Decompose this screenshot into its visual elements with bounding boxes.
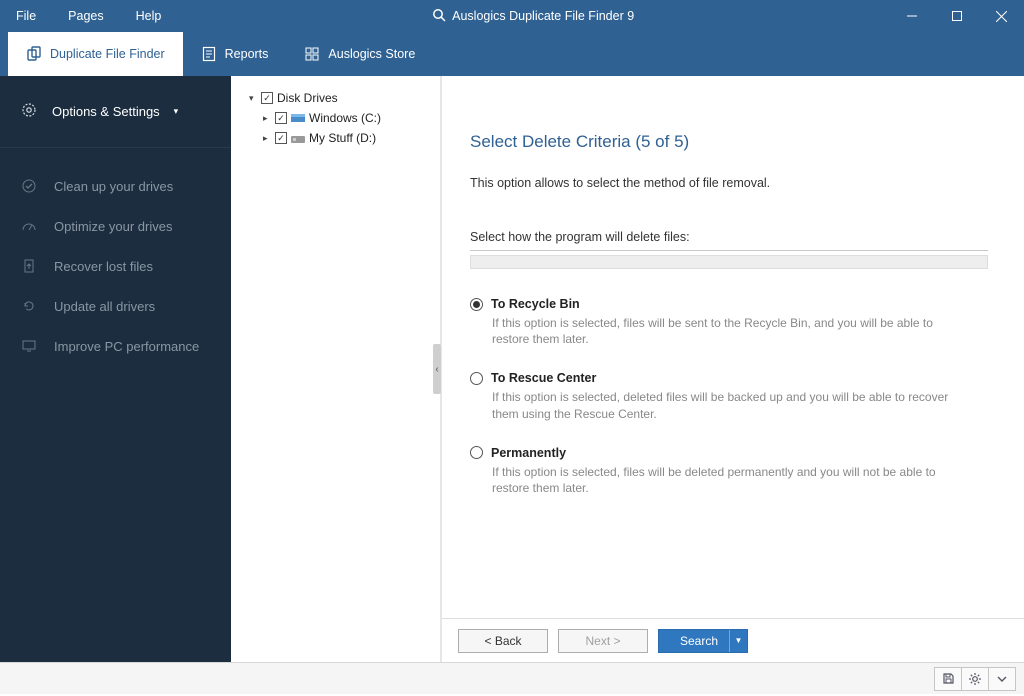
titlebar: File Pages Help Auslogics Duplicate File… [0, 0, 1024, 32]
splitter-handle[interactable] [433, 344, 441, 394]
monitor-icon [20, 337, 38, 355]
maximize-button[interactable] [934, 0, 979, 32]
sidebar: Options & Settings ▾ Clean up your drive… [0, 76, 231, 662]
dropdown-icon-button[interactable] [988, 667, 1016, 691]
search-button[interactable]: Search ▼ [658, 629, 748, 653]
content-pane: Select Delete Criteria (5 of 5) This opt… [441, 76, 1024, 662]
menu-file[interactable]: File [0, 0, 52, 32]
checkbox[interactable]: ✓ [275, 132, 287, 144]
tab-label: Reports [225, 47, 269, 61]
main-area: Options & Settings ▾ Clean up your drive… [0, 76, 1024, 662]
sidebar-item-label: Improve PC performance [54, 339, 199, 354]
sidebar-item-label: Update all drivers [54, 299, 155, 314]
delete-method-radio-group: To Recycle Bin If this option is selecte… [470, 297, 988, 496]
speedometer-icon [20, 217, 38, 235]
tree-drive-c[interactable]: ▸ ✓ Windows (C:) [235, 108, 436, 128]
tab-duplicate-file-finder[interactable]: Duplicate File Finder [8, 32, 183, 76]
settings-icon-button[interactable] [961, 667, 989, 691]
app-title: Auslogics Duplicate File Finder 9 [177, 8, 889, 25]
content-body: Select Delete Criteria (5 of 5) This opt… [442, 76, 1024, 618]
page-heading: Select Delete Criteria (5 of 5) [470, 132, 988, 152]
recover-icon [20, 257, 38, 275]
wizard-button-row: < Back Next > Search ▼ [442, 618, 1024, 662]
checkbox[interactable]: ✓ [261, 92, 273, 104]
collapse-icon[interactable]: ▾ [249, 93, 257, 104]
gear-icon [20, 101, 38, 122]
tab-auslogics-store[interactable]: Auslogics Store [286, 32, 433, 76]
progress-strip [470, 255, 988, 269]
duplicate-icon [26, 46, 42, 62]
magnifier-icon [432, 8, 446, 25]
checkbox[interactable]: ✓ [275, 112, 287, 124]
tab-bar: Duplicate File Finder Reports Auslogics … [0, 32, 1024, 76]
sidebar-item-optimize[interactable]: Optimize your drives [0, 206, 231, 246]
sidebar-item-recover[interactable]: Recover lost files [0, 246, 231, 286]
sidebar-item-improve-perf[interactable]: Improve PC performance [0, 326, 231, 366]
refresh-icon [20, 297, 38, 315]
radio-title: To Recycle Bin [491, 297, 580, 311]
menubar: File Pages Help [0, 0, 177, 32]
minimize-button[interactable] [889, 0, 934, 32]
window-controls [889, 0, 1024, 32]
radio-desc: If this option is selected, deleted file… [470, 389, 960, 421]
radio-title: To Rescue Center [491, 371, 596, 385]
search-dropdown-icon[interactable]: ▼ [729, 630, 747, 652]
menu-help[interactable]: Help [120, 0, 178, 32]
search-button-label: Search [680, 634, 718, 648]
page-subtext: This option allows to select the method … [470, 176, 988, 190]
drive-tree-pane: ▾ ✓ Disk Drives ▸ ✓ Windows (C:) ▸ ✓ My … [231, 76, 441, 662]
tree-drive-label: Windows (C:) [309, 111, 381, 125]
expand-icon[interactable]: ▸ [263, 133, 271, 144]
section-separator [470, 250, 988, 251]
app-title-text: Auslogics Duplicate File Finder 9 [452, 9, 634, 23]
sidebar-item-label: Clean up your drives [54, 179, 173, 194]
radio-button[interactable] [470, 446, 483, 459]
radio-button[interactable] [470, 298, 483, 311]
tab-label: Auslogics Store [328, 47, 415, 61]
section-label: Select how the program will delete files… [470, 230, 988, 244]
sidebar-item-label: Optimize your drives [54, 219, 172, 234]
menu-pages[interactable]: Pages [52, 0, 119, 32]
sidebar-item-update-drivers[interactable]: Update all drivers [0, 286, 231, 326]
next-button[interactable]: Next > [558, 629, 648, 653]
tree-root[interactable]: ▾ ✓ Disk Drives [235, 88, 436, 108]
tree-root-label: Disk Drives [277, 91, 338, 105]
radio-button[interactable] [470, 372, 483, 385]
broom-icon [20, 177, 38, 195]
radio-recycle-bin[interactable]: To Recycle Bin If this option is selecte… [470, 297, 988, 347]
radio-permanently[interactable]: Permanently If this option is selected, … [470, 446, 988, 496]
close-button[interactable] [979, 0, 1024, 32]
sidebar-item-clean-up[interactable]: Clean up your drives [0, 166, 231, 206]
tree-drive-label: My Stuff (D:) [309, 131, 376, 145]
radio-desc: If this option is selected, files will b… [470, 315, 960, 347]
chevron-down-icon: ▾ [174, 106, 179, 117]
tab-label: Duplicate File Finder [50, 47, 165, 61]
back-button[interactable]: < Back [458, 629, 548, 653]
radio-desc: If this option is selected, files will b… [470, 464, 960, 496]
tab-reports[interactable]: Reports [183, 32, 287, 76]
drive-icon [291, 133, 305, 143]
save-icon-button[interactable] [934, 667, 962, 691]
sidebar-item-label: Recover lost files [54, 259, 153, 274]
tree-drive-d[interactable]: ▸ ✓ My Stuff (D:) [235, 128, 436, 148]
radio-rescue-center[interactable]: To Rescue Center If this option is selec… [470, 371, 988, 421]
options-label: Options & Settings [52, 104, 160, 119]
reports-icon [201, 46, 217, 62]
store-icon [304, 46, 320, 62]
radio-title: Permanently [491, 446, 566, 460]
options-and-settings-button[interactable]: Options & Settings ▾ [0, 76, 231, 148]
drive-icon [291, 113, 305, 123]
status-bar [0, 662, 1024, 694]
expand-icon[interactable]: ▸ [263, 113, 271, 124]
